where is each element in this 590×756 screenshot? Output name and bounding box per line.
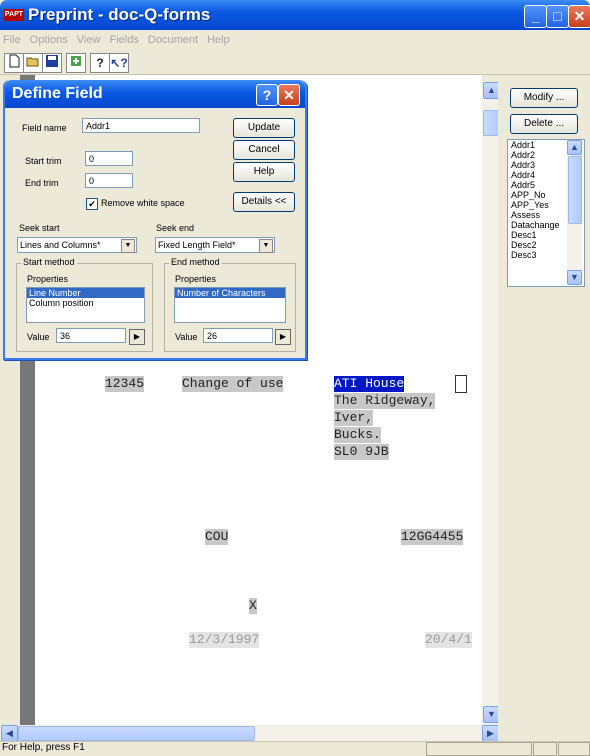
status-panel <box>426 742 532 756</box>
maximize-button[interactable]: □ <box>546 5 569 28</box>
export-icon[interactable] <box>66 53 86 73</box>
end-value-step-icon[interactable]: ▶ <box>275 329 291 345</box>
menu-fields[interactable]: Fields <box>107 31 142 49</box>
list-item[interactable]: Column position <box>27 298 144 308</box>
start-value-input[interactable]: 36 <box>56 328 126 343</box>
toolbar: ? ↖? <box>0 50 590 75</box>
doc-field-addr5[interactable]: SL0 9JB <box>334 444 389 460</box>
start-trim-label: Start trim <box>25 156 62 166</box>
menu-document[interactable]: Document <box>145 31 201 49</box>
seek-end-label: Seek end <box>156 223 195 233</box>
help-button[interactable]: Help <box>233 162 295 182</box>
status-text: For Help, press F1 <box>2 742 85 753</box>
field-name-input[interactable]: Addr1 <box>82 118 200 133</box>
save-icon[interactable] <box>42 53 62 73</box>
doc-field-x[interactable]: X <box>249 598 257 614</box>
chevron-down-icon[interactable]: ▼ <box>121 239 135 253</box>
end-value-input[interactable]: 26 <box>203 328 273 343</box>
start-properties-list[interactable]: Line Number Column position <box>26 287 145 323</box>
end-trim-label: End trim <box>25 178 59 188</box>
vertical-scrollbar[interactable] <box>482 82 498 725</box>
seek-end-select[interactable]: Fixed Length Field* ▼ <box>155 237 275 253</box>
scroll-left-icon[interactable]: ◀ <box>1 725 18 742</box>
remove-white-space-checkbox[interactable]: ✔ <box>86 198 98 210</box>
list-scroll-down-icon[interactable]: ▼ <box>567 270 582 285</box>
doc-field-date2[interactable]: 20/4/1 <box>425 632 472 648</box>
open-icon[interactable] <box>23 53 43 73</box>
doc-field-cou[interactable]: COU <box>205 529 229 545</box>
start-value-step-icon[interactable]: ▶ <box>129 329 145 345</box>
end-trim-input[interactable]: 0 <box>85 173 133 188</box>
end-method-label: End method <box>169 257 222 267</box>
start-value-label: Value <box>27 332 50 342</box>
menu-bar: File Options View Fields Document Help <box>0 31 590 49</box>
doc-field-desc[interactable]: Change of use <box>182 376 284 392</box>
minimize-button[interactable]: _ <box>524 5 547 28</box>
vertical-scroll-thumb[interactable] <box>483 110 499 136</box>
dialog-help-button[interactable]: ? <box>256 84 278 106</box>
new-icon[interactable] <box>4 53 24 73</box>
end-value-label: Value <box>175 332 198 342</box>
scroll-right-icon[interactable]: ▶ <box>482 725 499 742</box>
list-item[interactable]: Line Number <box>27 288 144 298</box>
app-icon: PAPT <box>4 9 24 21</box>
cancel-button[interactable]: Cancel <box>233 140 295 160</box>
close-button[interactable]: ✕ <box>568 5 590 28</box>
end-properties-list[interactable]: Number of Characters <box>174 287 286 323</box>
doc-field-addr4[interactable]: Bucks. <box>334 427 381 443</box>
seek-start-value: Lines and Columns* <box>20 240 101 250</box>
delete-button[interactable]: Delete ... <box>510 114 578 134</box>
seek-end-value: Fixed Length Field* <box>158 240 236 250</box>
dialog-close-button[interactable]: ✕ <box>278 84 300 106</box>
list-scroll-up-icon[interactable]: ▲ <box>567 140 582 155</box>
end-properties-label: Properties <box>175 274 217 284</box>
modify-button[interactable]: Modify ... <box>510 88 578 108</box>
dialog-title: Define Field <box>12 85 103 102</box>
start-method-label: Start method <box>21 257 77 267</box>
help-icon[interactable]: ? <box>90 53 110 73</box>
doc-field-addr1[interactable]: ATI House <box>334 376 405 392</box>
doc-field-ref[interactable]: 12345 <box>105 376 145 392</box>
doc-field-date1[interactable]: 12/3/1997 <box>189 632 260 648</box>
doc-field-addr2[interactable]: The Ridgeway, <box>334 393 436 409</box>
chevron-down-icon[interactable]: ▼ <box>259 239 273 253</box>
start-trim-input[interactable]: 0 <box>85 151 133 166</box>
seek-start-select[interactable]: Lines and Columns* ▼ <box>17 237 137 253</box>
details-button[interactable]: Details << <box>233 192 295 212</box>
context-help-icon[interactable]: ↖? <box>109 53 129 73</box>
doc-field-addr3[interactable]: Iver, <box>334 410 374 426</box>
menu-view[interactable]: View <box>74 31 104 49</box>
menu-help[interactable]: Help <box>204 31 233 49</box>
doc-field-app-no[interactable]: 12GG4455 <box>401 529 464 545</box>
field-name-label: Field name <box>22 123 67 133</box>
status-panel <box>558 742 590 756</box>
update-button[interactable]: Update <box>233 118 295 138</box>
list-scroll-thumb[interactable] <box>568 156 582 224</box>
define-field-dialog: Define Field ? ✕ Field name Addr1 Start … <box>3 80 307 360</box>
text-caret <box>455 375 467 393</box>
horizontal-scroll-thumb[interactable] <box>18 726 255 741</box>
menu-options[interactable]: Options <box>27 31 71 49</box>
status-panel <box>533 742 557 756</box>
remove-white-space-label: Remove white space <box>101 198 185 208</box>
list-item[interactable]: Number of Characters <box>175 288 285 298</box>
window-title: Preprint - doc-Q-forms <box>28 5 211 24</box>
menu-file[interactable]: File <box>0 31 24 49</box>
seek-start-label: Seek start <box>19 223 60 233</box>
start-properties-label: Properties <box>27 274 69 284</box>
